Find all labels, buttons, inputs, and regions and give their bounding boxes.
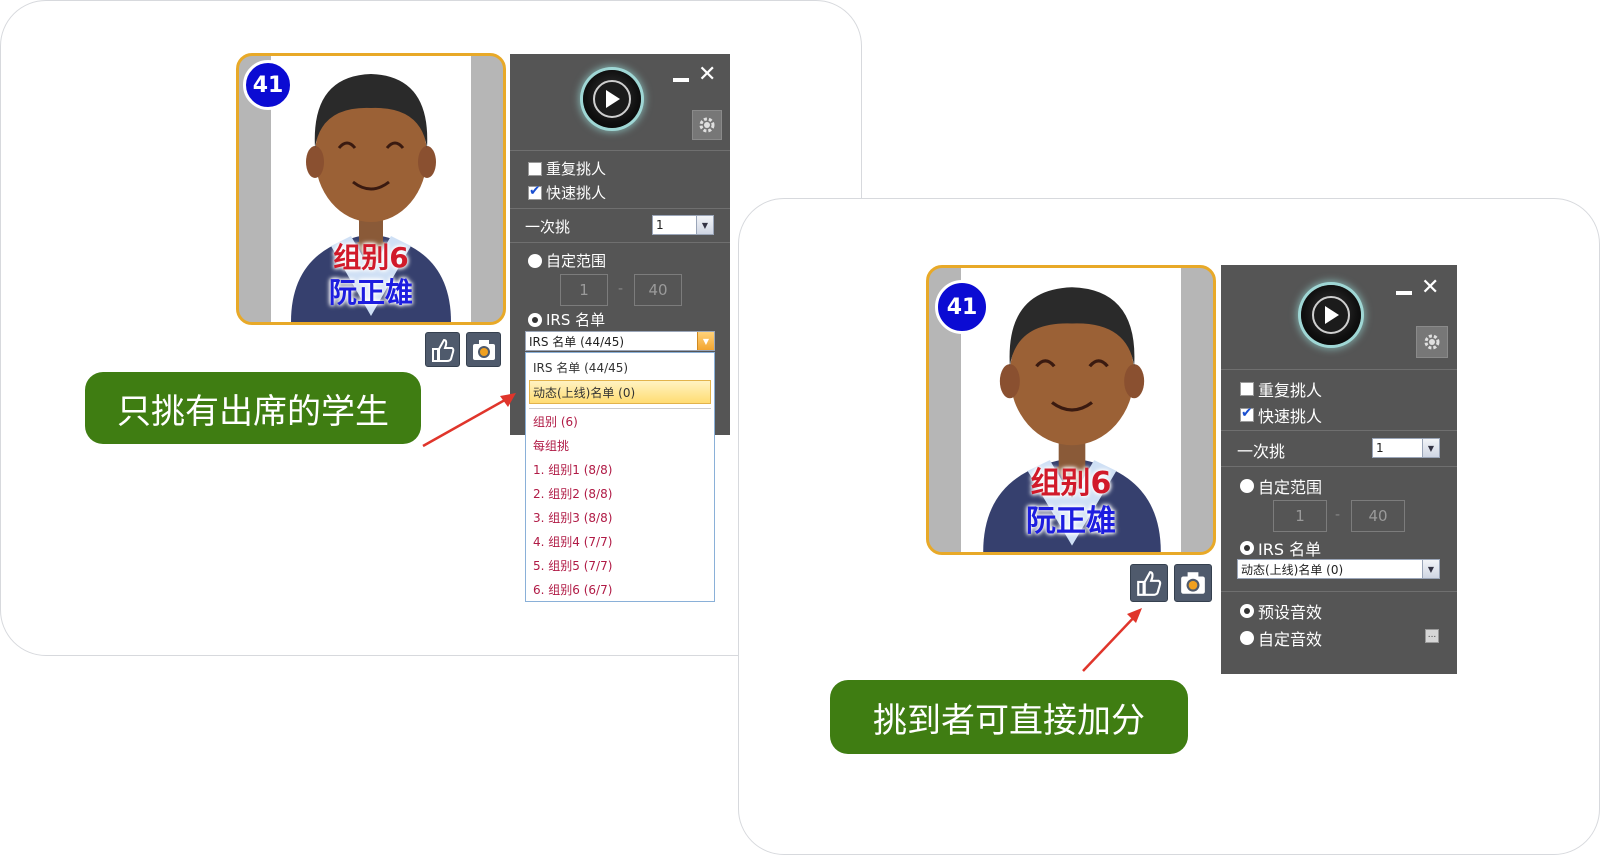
- dropdown-option[interactable]: 组别 (6): [533, 413, 578, 430]
- annotation-arrow: [422, 393, 516, 448]
- quick-pick-label: 快速挑人: [546, 184, 607, 202]
- dropdown-option[interactable]: 1. 组别1 (8/8): [533, 461, 612, 478]
- default-sound-radio-dot[interactable]: [1240, 604, 1254, 618]
- irs-list-label: IRS 名单: [1258, 540, 1322, 559]
- play-button[interactable]: [583, 70, 641, 128]
- range-from-input[interactable]: 1: [1273, 500, 1327, 532]
- thumbs-up-icon: [1137, 571, 1162, 596]
- repeat-pick-checkbox[interactable]: 重复挑人: [528, 158, 606, 179]
- chevron-down-icon: ▼: [1422, 439, 1439, 457]
- close-button[interactable]: ✕: [1421, 277, 1439, 299]
- close-button[interactable]: ✕: [698, 64, 716, 86]
- pick-once-value: 1: [1376, 441, 1384, 455]
- pick-once-select[interactable]: 1 ▼: [1372, 438, 1440, 458]
- chevron-down-icon: ▼: [697, 332, 714, 350]
- irs-list-value: 动态(上线)名单 (0): [1241, 562, 1344, 577]
- play-icon: [606, 90, 620, 108]
- callout-add-points: 挑到者可直接加分: [830, 680, 1188, 754]
- chevron-down-icon: ▼: [696, 216, 713, 234]
- irs-list-radio[interactable]: IRS 名单: [528, 309, 605, 330]
- callout-attendance: 只挑有出席的学生: [85, 372, 421, 444]
- quick-pick-checkbox[interactable]: 快速挑人: [1240, 403, 1322, 427]
- custom-range-radio[interactable]: 自定范围: [1240, 474, 1322, 498]
- repeat-pick-label: 重复挑人: [1258, 381, 1323, 400]
- dropdown-option[interactable]: 3. 组别3 (8/8): [533, 509, 612, 526]
- range-to-input[interactable]: 40: [1351, 500, 1405, 532]
- repeat-pick-box[interactable]: [528, 161, 542, 176]
- gear-icon: [699, 117, 715, 133]
- student-name-label: 阮正雄: [328, 276, 413, 309]
- custom-range-radio[interactable]: 自定范围: [528, 250, 606, 271]
- student-number-badge: 41: [243, 60, 293, 110]
- repeat-pick-label: 重复挑人: [546, 160, 607, 178]
- minimize-button[interactable]: [673, 78, 689, 82]
- pick-once-label: 一次挑: [1237, 442, 1286, 461]
- custom-range-radio-dot[interactable]: [528, 253, 542, 268]
- play-button[interactable]: [1301, 285, 1361, 345]
- range-separator: -: [1335, 507, 1341, 523]
- range-separator: -: [618, 281, 624, 297]
- irs-list-select[interactable]: IRS 名单 (44/45) ▼: [525, 331, 715, 351]
- student-number-badge: 41: [935, 280, 989, 334]
- pick-once-select[interactable]: 1 ▼: [652, 215, 714, 235]
- quick-pick-box[interactable]: [1240, 405, 1254, 422]
- annotation-arrow: [1082, 608, 1142, 672]
- custom-range-label: 自定范围: [546, 252, 607, 270]
- student-card: 41 组别6 阮正雄: [236, 53, 506, 325]
- camera-icon: [472, 339, 495, 360]
- dropdown-option-highlighted[interactable]: 动态(上线)名单 (0): [529, 380, 711, 404]
- irs-list-select[interactable]: 动态(上线)名单 (0) ▼: [1237, 559, 1440, 579]
- custom-range-label: 自定范围: [1258, 478, 1323, 497]
- custom-sound-radio[interactable]: 自定音效: [1240, 626, 1322, 650]
- dropdown-option[interactable]: 6. 组别6 (6/7): [533, 581, 612, 598]
- thumbs-up-button[interactable]: [1130, 564, 1168, 602]
- minimize-button[interactable]: [1396, 291, 1412, 295]
- quick-pick-box[interactable]: [528, 183, 542, 200]
- camera-button[interactable]: [466, 332, 501, 367]
- irs-list-value: IRS 名单 (44/45): [529, 334, 625, 349]
- default-sound-radio[interactable]: 预设音效: [1240, 599, 1322, 623]
- default-sound-label: 预设音效: [1258, 603, 1323, 622]
- quick-pick-label: 快速挑人: [1258, 407, 1323, 426]
- picker-control-panel: ✕ 重复挑人 快速挑人 一次挑 1▼ 自定范围 1 - 40 IRS 名单 动态…: [1221, 265, 1457, 674]
- student-card: 41 组别6 阮正雄: [926, 265, 1216, 555]
- camera-button[interactable]: [1174, 564, 1212, 602]
- play-icon: [1325, 306, 1339, 324]
- irs-list-radio-dot[interactable]: [1240, 541, 1254, 555]
- camera-icon: [1181, 572, 1205, 594]
- repeat-pick-box[interactable]: [1240, 382, 1254, 396]
- thumbs-up-button[interactable]: [425, 332, 460, 367]
- dropdown-option-highlighted-label: 动态(上线)名单 (0): [533, 386, 636, 400]
- student-group-label: 组别6: [333, 241, 409, 274]
- chevron-down-icon: ▼: [1422, 560, 1439, 578]
- range-to-input[interactable]: 40: [634, 274, 682, 306]
- quick-pick-checkbox[interactable]: 快速挑人: [528, 182, 606, 203]
- dropdown-option[interactable]: 5. 组别5 (7/7): [533, 557, 612, 574]
- pick-once-value: 1: [656, 218, 664, 232]
- settings-button[interactable]: [1416, 326, 1448, 358]
- dropdown-option[interactable]: 2. 组别2 (8/8): [533, 485, 612, 502]
- custom-sound-label: 自定音效: [1258, 630, 1323, 649]
- student-name-label: 阮正雄: [1026, 504, 1116, 539]
- settings-button[interactable]: [692, 110, 722, 140]
- irs-list-dropdown: IRS 名单 (44/45) 动态(上线)名单 (0) 组别 (6) 每组挑 1…: [525, 352, 715, 602]
- custom-sound-radio-dot[interactable]: [1240, 631, 1254, 645]
- irs-list-radio[interactable]: IRS 名单: [1240, 536, 1321, 560]
- dropdown-option[interactable]: 4. 组别4 (7/7): [533, 533, 612, 550]
- irs-list-label: IRS 名单: [546, 311, 606, 329]
- dropdown-option[interactable]: 每组挑: [533, 437, 569, 454]
- irs-list-radio-dot[interactable]: [528, 312, 542, 327]
- gear-icon: [1424, 334, 1440, 350]
- custom-range-radio-dot[interactable]: [1240, 479, 1254, 493]
- thumbs-up-icon: [431, 338, 454, 362]
- repeat-pick-checkbox[interactable]: 重复挑人: [1240, 377, 1322, 401]
- pick-once-label: 一次挑: [525, 218, 571, 236]
- dropdown-option[interactable]: IRS 名单 (44/45): [533, 359, 628, 376]
- range-from-input[interactable]: 1: [560, 274, 608, 306]
- browse-sound-button[interactable]: ...: [1425, 629, 1439, 643]
